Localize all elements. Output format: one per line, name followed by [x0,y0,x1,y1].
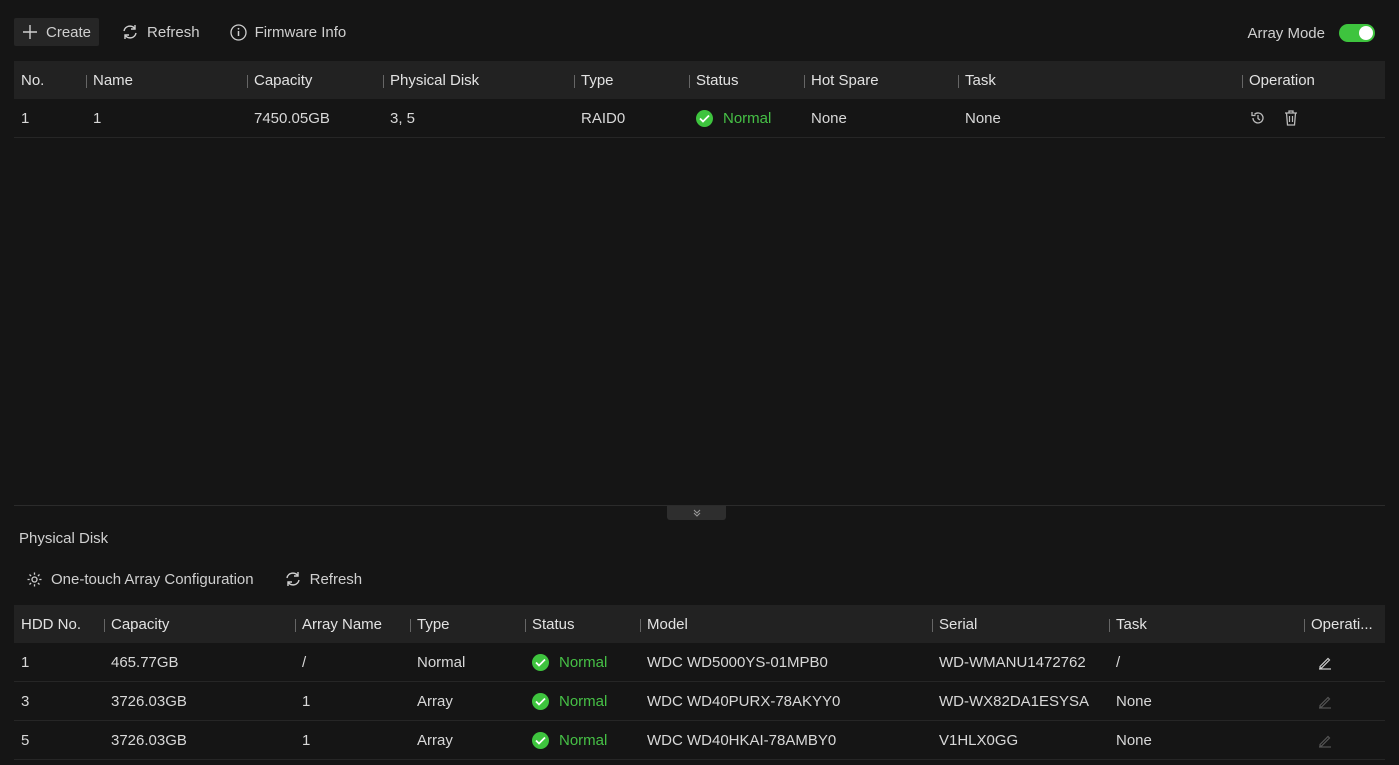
array-table: No. Name Capacity Physical Disk Type Sta… [14,61,1385,138]
array-mode-label: Array Mode [1247,24,1325,42]
col-hdd-no: HDD No. [21,615,82,633]
cell-hdd-no: 5 [21,731,30,749]
col-model: Model [640,616,932,633]
status-text: Normal [559,731,608,749]
cell-task: None [1116,731,1152,749]
cell-capacity: 465.77GB [111,653,179,671]
cell-operation [1304,732,1385,748]
col-serial: Serial [932,616,1109,633]
col-operation: Operation [1242,72,1385,89]
col-no: No. [21,71,45,89]
status-text: Normal [723,109,772,127]
trash-icon[interactable] [1283,109,1299,127]
array-toolbar: Create Refresh Firmware Info [14,18,368,46]
status-text: Normal [559,692,608,710]
array-mode-control: Array Mode [1247,24,1375,42]
col-status: Status [689,72,804,89]
cell-task: / [1116,653,1121,671]
cell-status: Normal [525,731,640,749]
cell-status: Normal [525,653,640,671]
cell-type: RAID0 [581,109,626,127]
cell-model: WDC WD40HKAI-78AMBY0 [647,731,837,749]
cell-array-name: 1 [302,692,311,710]
cell-type: Array [417,692,453,710]
col-status: Status [525,616,640,633]
check-circle-icon [696,109,713,127]
table-row[interactable]: 1 465.77GB / Normal Normal WDC WD5000YS-… [14,643,1385,682]
array-mode-toggle[interactable] [1339,24,1375,42]
cell-model: WDC WD5000YS-01MPB0 [647,653,828,671]
cell-task: None [965,109,1001,127]
refresh-icon [285,572,300,586]
col-physical-disk: Physical Disk [383,72,574,89]
cell-hdd-no: 1 [21,653,30,671]
cell-status: Normal [689,109,804,127]
cell-operation [1242,109,1385,127]
disk-table-header: HDD No. Capacity Array Name Type Status … [14,605,1385,643]
cell-model: WDC WD40PURX-78AKYY0 [647,692,841,710]
table-row[interactable]: 1 1 7450.05GB 3, 5 RAID0 Normal None Non… [14,99,1385,138]
cell-array-name: / [302,653,307,671]
check-circle-icon [532,731,549,749]
col-task: Task [1109,616,1304,633]
cell-hdd-no: 3 [21,692,30,710]
col-capacity: Capacity [247,72,383,89]
disk-refresh-label: Refresh [309,570,363,588]
cell-serial: WD-WX82DA1ESYSA [939,692,1090,710]
array-table-header: No. Name Capacity Physical Disk Type Sta… [14,61,1385,99]
cell-operation [1304,693,1385,709]
one-touch-array-button[interactable]: One-touch Array Configuration [18,565,262,593]
col-array-name: Array Name [295,616,410,633]
collapse-handle[interactable] [667,506,726,520]
cell-no: 1 [21,109,30,127]
refresh-button[interactable]: Refresh [113,18,208,46]
cell-hot-spare: None [811,109,847,127]
col-task: Task [958,72,1242,89]
physical-disk-table: HDD No. Capacity Array Name Type Status … [14,605,1385,760]
cell-array-name: 1 [302,731,311,749]
cell-capacity: 3726.03GB [111,731,187,749]
pencil-icon[interactable] [1317,654,1333,670]
firmware-info-label: Firmware Info [254,23,347,41]
create-button[interactable]: Create [14,18,100,46]
physical-disk-toolbar: One-touch Array Configuration Refresh [18,566,384,592]
double-chevron-down-icon [693,509,700,517]
cell-capacity: 7450.05GB [254,109,330,127]
cell-capacity: 3726.03GB [111,692,187,710]
col-capacity: Capacity [104,616,295,633]
cell-name: 1 [93,109,102,127]
refresh-icon [123,25,137,39]
table-row[interactable]: 5 3726.03GB 1 Array Normal WDC WD40HKAI-… [14,721,1385,760]
cell-serial: WD-WMANU1472762 [939,653,1086,671]
col-operation: Operati... [1304,616,1385,633]
rebuild-icon[interactable] [1249,109,1267,127]
refresh-button-label: Refresh [147,23,200,41]
cell-type: Normal [417,653,466,671]
check-circle-icon [532,653,549,671]
disk-refresh-button[interactable]: Refresh [276,565,371,593]
cell-physical-disk: 3, 5 [390,109,416,127]
cell-type: Array [417,731,453,749]
cell-task: None [1116,692,1152,710]
col-type: Type [410,616,525,633]
firmware-info-button[interactable]: Firmware Info [222,18,355,46]
create-button-label: Create [46,23,92,41]
pencil-icon [1317,693,1333,709]
col-type: Type [574,72,689,89]
cell-operation [1304,654,1385,670]
check-circle-icon [532,692,549,710]
info-icon [229,23,247,41]
physical-disk-title: Physical Disk [19,530,109,547]
plus-icon [23,25,37,39]
cell-serial: V1HLX0GG [939,731,1019,749]
pencil-icon [1317,732,1333,748]
col-name: Name [86,72,247,89]
table-row[interactable]: 3 3726.03GB 1 Array Normal WDC WD40PURX-… [14,682,1385,721]
gear-icon [27,572,42,586]
cell-status: Normal [525,692,640,710]
col-hot-spare: Hot Spare [804,72,958,89]
status-text: Normal [559,653,608,671]
raid-management-page: Create Refresh Firmware Info Array Mode … [0,0,1399,765]
one-touch-array-label: One-touch Array Configuration [51,570,254,588]
